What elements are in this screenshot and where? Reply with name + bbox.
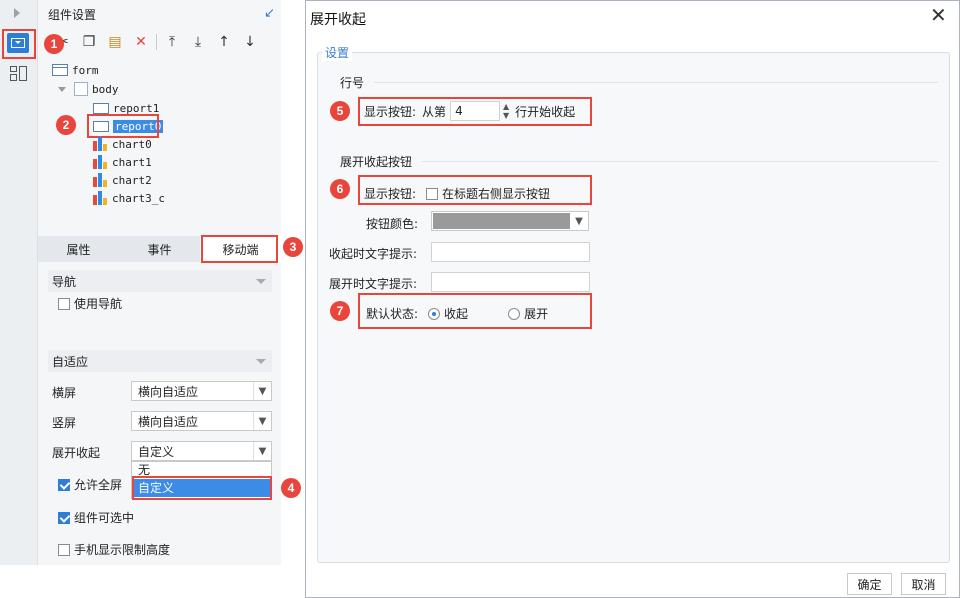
body-icon xyxy=(74,82,88,96)
step-badge: 6 xyxy=(330,179,350,199)
collapse-caret-icon[interactable] xyxy=(58,86,66,92)
button-color-label: 按钮颜色: xyxy=(366,217,419,231)
expand-collapse-label: 展开收起 xyxy=(52,446,101,460)
cancel-button[interactable]: 取消 xyxy=(901,573,946,595)
divider xyxy=(422,161,938,162)
ok-button[interactable]: 确定 xyxy=(847,573,892,595)
panel-toolbar: ✂ ❐ ▤ ✕ ⤒ ⤓ ↑ ↓ xyxy=(54,32,264,52)
limit-height-row[interactable]: 手机显示限制高度 xyxy=(58,541,170,558)
tree-node-chart[interactable]: chart0 xyxy=(93,135,152,153)
portrait-label: 竖屏 xyxy=(52,416,77,430)
component-settings-panel: 组件设置 ↙ ✂ ❐ ▤ ✕ ⤒ ⤓ ↑ ↓ form body report1… xyxy=(38,0,281,565)
highlight-box-4 xyxy=(132,476,272,500)
settings-group-title: 设置 xyxy=(322,44,353,61)
section-adaptive-title: 自适应 xyxy=(52,354,89,369)
move-bottom-icon[interactable]: ⤓ xyxy=(189,33,207,51)
step-badge: 3 xyxy=(283,237,303,257)
tab-events[interactable]: 事件 xyxy=(119,236,200,262)
collapse-hint-input[interactable] xyxy=(431,242,590,262)
use-nav-label: 使用导航 xyxy=(74,297,123,311)
limit-height-label: 手机显示限制高度 xyxy=(74,543,171,557)
panel-title: 组件设置 xyxy=(48,8,97,22)
selectable-row[interactable]: 组件可选中 xyxy=(58,509,134,526)
move-down-icon[interactable]: ↓ xyxy=(241,33,259,51)
button-color-picker[interactable]: ▼ xyxy=(431,211,589,231)
divider xyxy=(374,82,938,83)
expand-collapse-dialog: 展开收起 ✕ 设置 行号 显示按钮: 从第 4 ▲ ▼ 行开始收起 展开收起按钮 … xyxy=(305,0,960,598)
expand-hint-input[interactable] xyxy=(431,272,590,292)
selectable-checkbox[interactable] xyxy=(58,511,70,524)
allow-fullscreen-checkbox[interactable] xyxy=(58,478,70,491)
button-color-swatch xyxy=(433,213,570,229)
landscape-value: 横向自适应 xyxy=(138,384,199,399)
highlight-box-3 xyxy=(201,235,278,263)
dialog-title: 展开收起 xyxy=(310,12,366,28)
allow-fullscreen-label: 允许全屏 xyxy=(74,478,123,492)
report-icon xyxy=(93,102,109,114)
delete-icon[interactable]: ✕ xyxy=(132,33,150,51)
close-icon[interactable]: ✕ xyxy=(930,5,947,25)
highlight-box-5 xyxy=(358,97,592,126)
collapse-hint-label: 收起时文字提示: xyxy=(329,247,418,261)
tree-node-label: chart1 xyxy=(112,155,152,169)
step-badge: 1 xyxy=(44,34,64,54)
tree-node-label: report1 xyxy=(113,101,160,115)
step-badge: 4 xyxy=(281,478,301,498)
allow-fullscreen-row[interactable]: 允许全屏 xyxy=(58,476,122,493)
chart-icon xyxy=(93,191,107,205)
highlight-box-6 xyxy=(358,175,592,205)
expand-arrow-icon[interactable] xyxy=(14,8,20,18)
section-nav-title: 导航 xyxy=(52,274,77,289)
tree-node-label: chart3_c xyxy=(112,191,165,205)
landscape-label: 横屏 xyxy=(52,386,77,400)
chart-icon xyxy=(93,137,107,151)
move-up-icon[interactable]: ↑ xyxy=(215,33,233,51)
move-top-icon[interactable]: ⤒ xyxy=(163,33,181,51)
use-nav-row[interactable]: 使用导航 xyxy=(58,295,122,312)
layout-icon[interactable] xyxy=(10,66,28,82)
step-badge: 2 xyxy=(56,115,76,135)
chevron-down-icon[interactable]: ▼ xyxy=(570,212,588,230)
limit-height-checkbox[interactable] xyxy=(58,543,70,556)
chevron-down-icon[interactable]: ▼ xyxy=(253,442,271,460)
chart-icon xyxy=(93,173,107,187)
tab-properties[interactable]: 属性 xyxy=(38,236,119,262)
chevron-down-icon[interactable]: ▼ xyxy=(253,382,271,400)
tree-node-chart[interactable]: chart2 xyxy=(93,171,152,189)
section-nav[interactable]: 导航 xyxy=(48,270,272,292)
form-icon xyxy=(52,64,68,76)
tree-node-label: chart2 xyxy=(112,173,152,187)
tree-node-chart[interactable]: chart1 xyxy=(93,153,152,171)
portrait-value: 横向自适应 xyxy=(138,414,199,429)
step-badge: 7 xyxy=(330,301,350,321)
tree-node-label: body xyxy=(92,82,119,96)
toolbar-divider xyxy=(156,34,157,50)
tree-node-label: form xyxy=(72,63,99,77)
section-collapse-icon[interactable] xyxy=(256,278,266,284)
landscape-select[interactable]: 横向自适应 ▼ xyxy=(131,381,272,401)
left-icon-bar xyxy=(0,0,38,565)
highlight-box-1 xyxy=(2,29,36,59)
expand-hint-label: 展开时文字提示: xyxy=(329,277,418,291)
highlight-box-7 xyxy=(358,293,592,329)
expand-collapse-select[interactable]: 自定义 ▼ xyxy=(131,441,272,461)
section-adaptive[interactable]: 自适应 xyxy=(48,350,272,372)
selectable-label: 组件可选中 xyxy=(74,511,135,525)
button-section-title: 展开收起按钮 xyxy=(340,155,413,169)
chevron-down-icon[interactable]: ▼ xyxy=(253,412,271,430)
use-nav-checkbox[interactable] xyxy=(58,297,70,310)
tree-node-form[interactable]: form xyxy=(52,61,99,79)
step-badge: 5 xyxy=(330,101,350,121)
paste-icon[interactable]: ▤ xyxy=(106,33,124,51)
section-collapse-icon[interactable] xyxy=(256,358,266,364)
expand-collapse-value: 自定义 xyxy=(138,444,175,459)
copy-icon[interactable]: ❐ xyxy=(80,33,98,51)
chart-icon xyxy=(93,155,107,169)
tree-node-chart[interactable]: chart3_c xyxy=(93,189,165,207)
tree-node-body[interactable]: body xyxy=(58,80,119,98)
row-section-title: 行号 xyxy=(340,76,365,90)
portrait-select[interactable]: 横向自适应 ▼ xyxy=(131,411,272,431)
tree-node-label: chart0 xyxy=(112,137,152,151)
collapse-panel-icon[interactable]: ↙ xyxy=(264,6,275,21)
